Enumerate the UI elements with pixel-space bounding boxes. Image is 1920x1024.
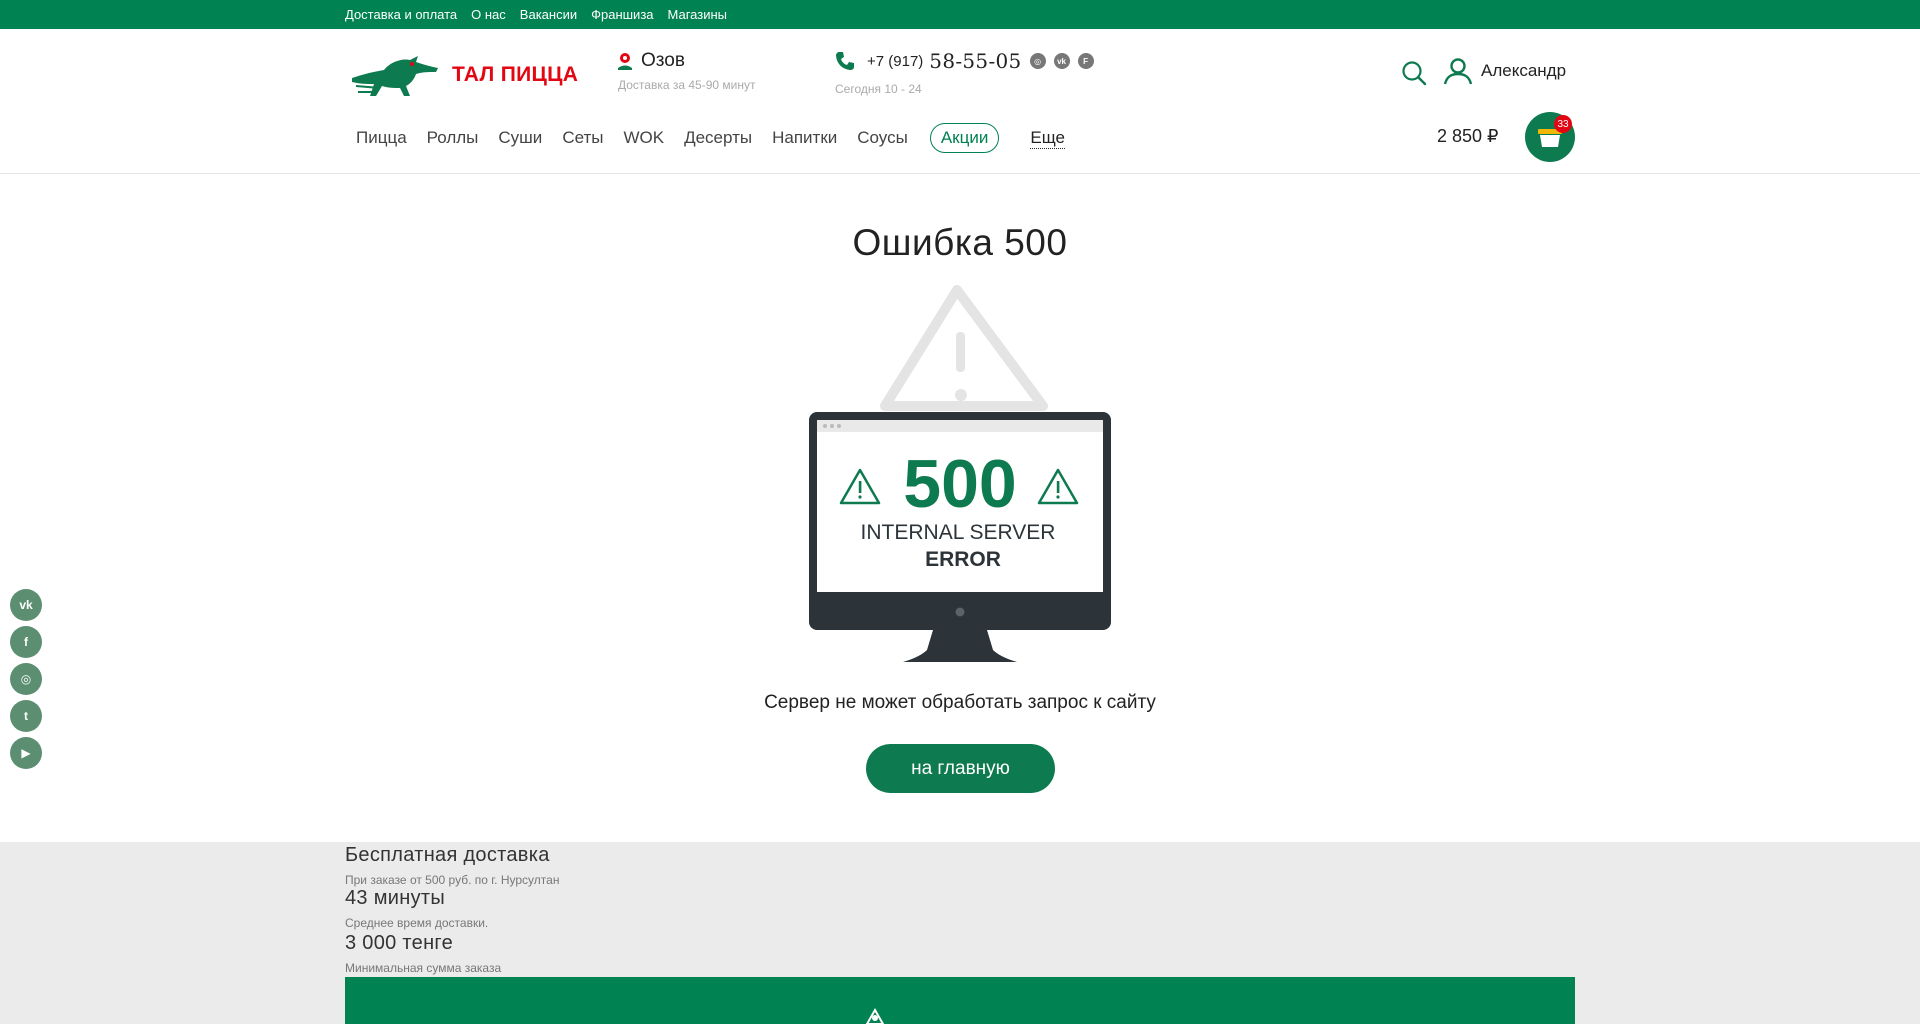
home-button[interactable]: на главную bbox=[866, 744, 1055, 793]
city-name: Озов bbox=[641, 50, 685, 71]
logo-text: ТАЛ ПИЦЦА bbox=[452, 63, 579, 86]
top-bar: Доставка и оплата О нас Вакансии Франшиз… bbox=[0, 0, 1920, 29]
top-link-about[interactable]: О нас bbox=[471, 7, 506, 22]
instagram-icon[interactable]: ◎ bbox=[1029, 53, 1046, 69]
menu-item-desserts[interactable]: Десерты bbox=[684, 128, 752, 148]
error-line-1: INTERNAL SERVER bbox=[861, 521, 1056, 544]
footer-min-order: 3 000 тенге Минимальная сумма заказа bbox=[345, 932, 501, 975]
compass-icon bbox=[865, 1008, 885, 1024]
menu-item-promo[interactable]: Акции bbox=[929, 123, 1000, 153]
user-account[interactable]: Александр bbox=[1443, 57, 1566, 85]
phone-code: +7 (917) bbox=[867, 52, 924, 70]
cart-button[interactable]: 33 bbox=[1525, 112, 1575, 162]
menu-item-sushi[interactable]: Суши bbox=[498, 128, 542, 148]
top-links: Доставка и оплата О нас Вакансии Франшиз… bbox=[345, 0, 727, 29]
cart-sum: 2 850 ₽ bbox=[1437, 126, 1499, 146]
error-message: Сервер не может обработать запрос к сайт… bbox=[764, 692, 1156, 713]
vk-icon[interactable]: vk bbox=[10, 589, 42, 621]
instagram-icon[interactable]: ◎ bbox=[10, 663, 42, 695]
search-button[interactable] bbox=[1401, 60, 1427, 86]
menu-item-drinks[interactable]: Напитки bbox=[772, 128, 837, 148]
youtube-icon[interactable]: ▶ bbox=[10, 737, 42, 769]
menu-item-sets[interactable]: Сеты bbox=[562, 128, 603, 148]
menu-item-more[interactable]: Еще bbox=[1030, 128, 1065, 149]
avg-time-sub: Среднее время доставки. bbox=[345, 916, 489, 930]
phone-icon bbox=[836, 52, 854, 70]
phone-block: +7 (917) 58-55-05 ◎ vk F Сегодня 10 - 24 bbox=[835, 49, 1094, 96]
user-name: Александр bbox=[1481, 61, 1567, 80]
vk-icon[interactable]: vk bbox=[1053, 53, 1070, 69]
search-icon bbox=[1402, 61, 1427, 86]
menu-item-pizza[interactable]: Пицца bbox=[356, 128, 407, 148]
avg-time-title: 43 минуты bbox=[345, 887, 446, 909]
horse-logo-icon bbox=[352, 56, 438, 96]
user-icon bbox=[1443, 58, 1473, 85]
menu-item-sauces[interactable]: Соусы bbox=[857, 128, 908, 148]
menu-item-wok[interactable]: WOK bbox=[623, 128, 664, 148]
main-menu: Пицца Роллы Суши Сеты WOK Десерты Напитк… bbox=[346, 121, 1065, 155]
top-link-delivery[interactable]: Доставка и оплата bbox=[345, 7, 457, 22]
error-code: 500 bbox=[903, 446, 1016, 522]
error-line-2: ERROR bbox=[925, 548, 1001, 571]
min-order-title: 3 000 тенге bbox=[345, 932, 453, 954]
top-link-vacancies[interactable]: Вакансии bbox=[520, 7, 577, 22]
facebook-icon[interactable]: f bbox=[10, 626, 42, 658]
cart-count-badge: 33 bbox=[1554, 115, 1572, 133]
min-order-sub: Минимальная сумма заказа bbox=[345, 961, 502, 975]
top-link-stores[interactable]: Магазины bbox=[668, 7, 728, 22]
header: ТАЛ ПИЦЦА Озов Доставка за 45-90 минут +… bbox=[0, 29, 1920, 174]
delivery-time: Доставка за 45-90 минут bbox=[618, 78, 756, 92]
footer: Бесплатная доставка При заказе от 500 ру… bbox=[0, 842, 1920, 1024]
error-illustration: 500 INTERNAL SERVER ERROR bbox=[805, 284, 1115, 666]
phone-number[interactable]: 58-55-05 bbox=[929, 49, 1021, 73]
footer-green-bar bbox=[345, 977, 1575, 1024]
free-delivery-title: Бесплатная доставка bbox=[345, 844, 550, 866]
foursquare-icon[interactable]: F bbox=[1077, 53, 1094, 69]
page-title: Ошибка 500 bbox=[852, 222, 1068, 263]
city-selector[interactable]: Озов Доставка за 45-90 минут bbox=[617, 50, 755, 92]
footer-free-delivery: Бесплатная доставка При заказе от 500 ру… bbox=[345, 844, 559, 887]
top-link-franchise[interactable]: Франшиза bbox=[591, 7, 653, 22]
working-hours: Сегодня 10 - 24 bbox=[835, 82, 922, 96]
footer-avg-time: 43 минуты Среднее время доставки. bbox=[345, 887, 488, 930]
side-social-bar: vk f ◎ t ▶ bbox=[10, 589, 42, 769]
menu-item-rolls[interactable]: Роллы bbox=[427, 128, 479, 148]
location-icon bbox=[618, 53, 632, 70]
free-delivery-sub: При заказе от 500 руб. по г. Нурсултан bbox=[345, 873, 560, 887]
logo[interactable]: ТАЛ ПИЦЦА bbox=[350, 49, 580, 101]
